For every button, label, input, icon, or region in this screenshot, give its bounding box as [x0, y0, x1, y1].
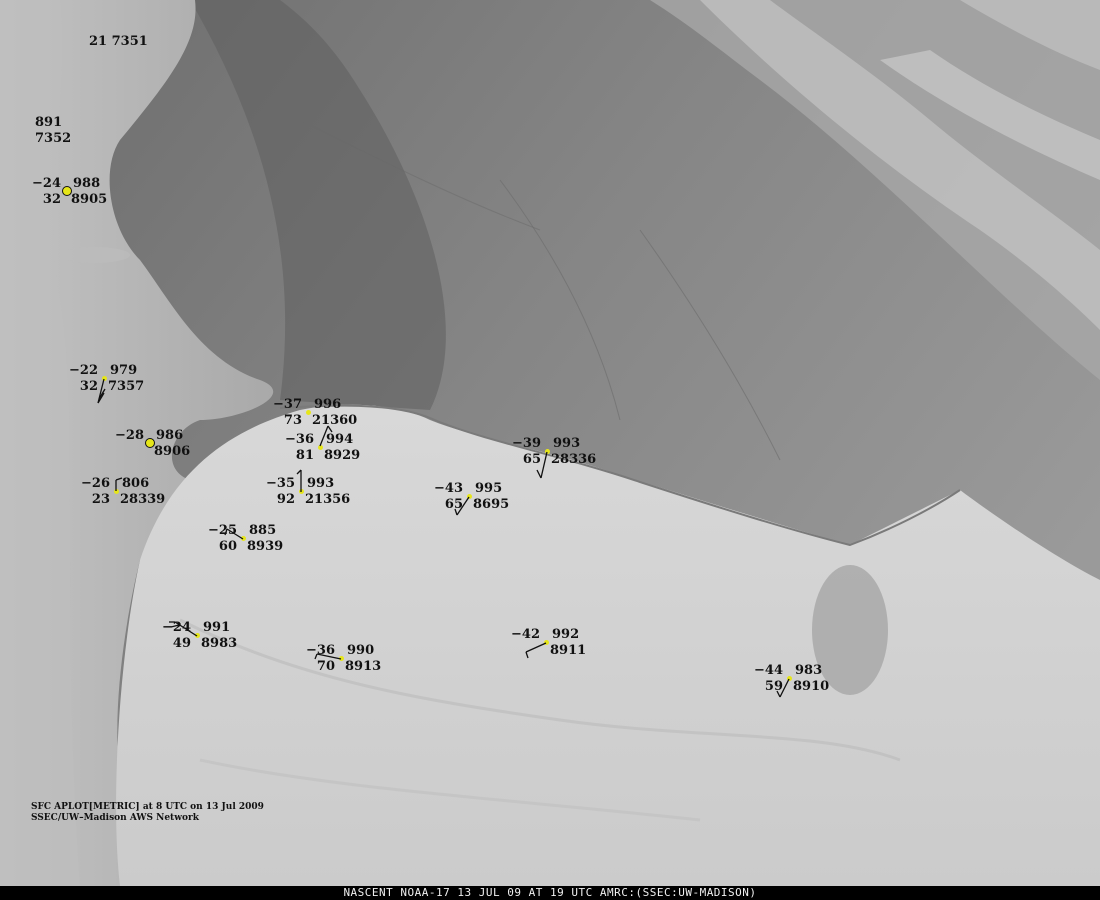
station-marker: [145, 438, 155, 448]
caption-line-1: SFC APLOT[METRIC] at 8 UTC on 13 Jul 200…: [31, 802, 264, 812]
wind-barb: [115, 477, 123, 491]
station-temperature: −24: [32, 176, 61, 191]
wind-barb: [97, 378, 106, 404]
station-id: 8905: [71, 192, 108, 207]
station-temperature: −28: [115, 428, 144, 443]
station-plot-8910[interactable]: −44 983 59 8910: [723, 663, 853, 723]
caption-line-2: SSEC/UW–Madison AWS Network: [31, 813, 199, 823]
station-plot-8905[interactable]: −24 988 32 8905: [1, 176, 131, 236]
station-humidity: 73: [283, 413, 302, 428]
station-plot-7357[interactable]: −22 979 32 7357: [38, 363, 168, 423]
station-plot-8911[interactable]: −42 992 8911: [480, 627, 610, 687]
image-footer-banner: NASCENT NOAA-17 13 JUL 09 AT 19 UTC AMRC…: [0, 886, 1100, 900]
wind-barb: [169, 621, 198, 637]
station-pressure: 996: [314, 397, 342, 412]
station-pressure: 986: [156, 428, 184, 443]
station-plot-28339[interactable]: −26 806 23 28339: [50, 476, 180, 536]
station-marker: [62, 186, 72, 196]
station-plot-8913[interactable]: −36 990 70 8913: [275, 643, 405, 703]
station-21-7351: 21 7351: [89, 34, 148, 49]
station-7352-label: 7352: [35, 131, 72, 146]
station-id: 21360: [312, 413, 358, 428]
station-891-label: 891: [35, 115, 63, 130]
station-id: 8906: [154, 444, 191, 459]
station-marker: [306, 410, 311, 415]
station-pressure: 988: [73, 176, 101, 191]
wind-barb: [224, 528, 244, 540]
wind-barb: [314, 653, 342, 660]
wind-barb: [536, 451, 548, 479]
plot-caption: SFC APLOT[METRIC] at 8 UTC on 13 Jul 200…: [31, 802, 264, 824]
station-plot-8939[interactable]: −25 885 60 8939: [177, 523, 307, 583]
station-plot-8983[interactable]: −24 991 49 8983: [131, 620, 261, 680]
wind-barb: [525, 642, 547, 659]
station-plot-28336[interactable]: −39 993 65 28336: [481, 436, 611, 496]
satellite-map: 21 7351 891 7352 −24 988 32 8905 −22 979…: [0, 0, 1100, 886]
wind-barb: [776, 678, 790, 698]
station-temperature: −37: [273, 397, 302, 412]
station-humidity: 32: [42, 192, 61, 207]
